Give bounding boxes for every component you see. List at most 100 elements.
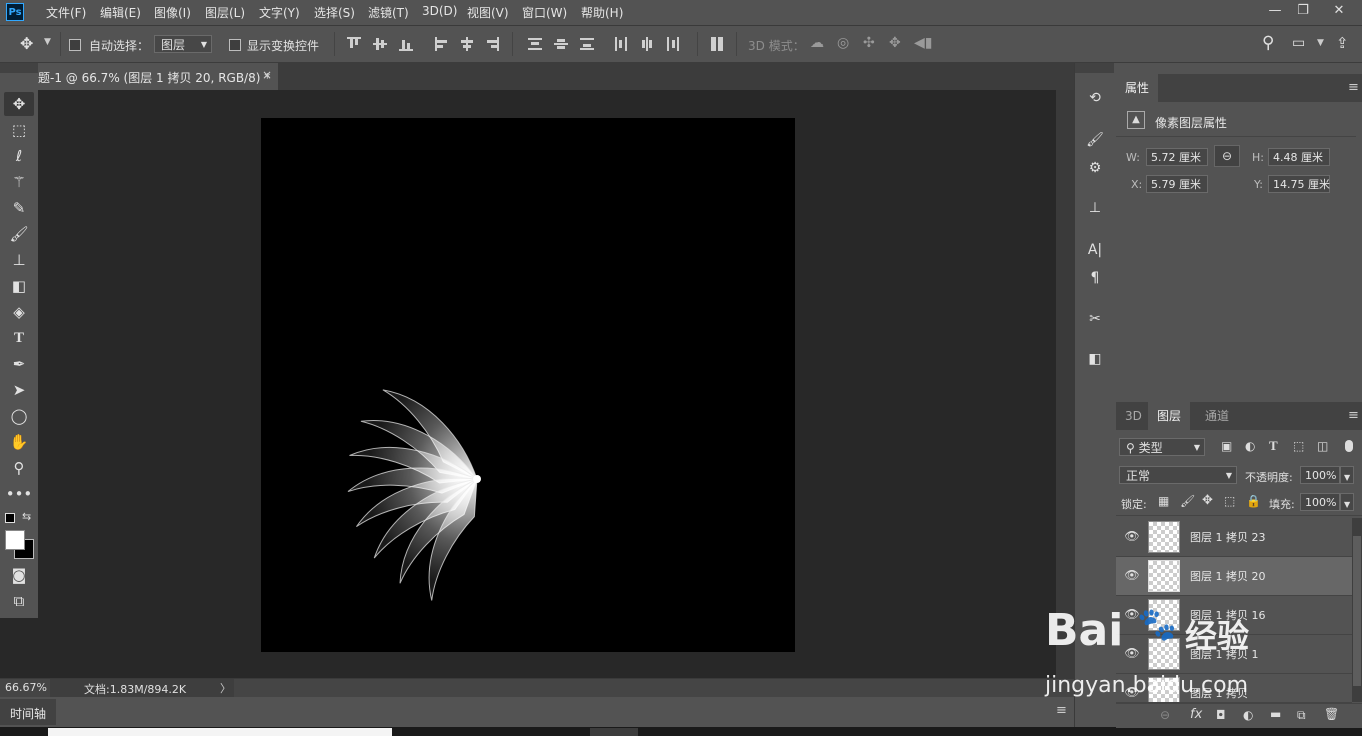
history-icon[interactable]: ⟲ — [1085, 88, 1105, 108]
lock-transparent-icon[interactable]: ▦ — [1158, 494, 1169, 508]
distribute-right-icon[interactable] — [666, 37, 680, 51]
lasso-tool-icon[interactable]: ℓ — [4, 144, 34, 168]
height-field[interactable]: 4.48 厘米 — [1268, 148, 1330, 166]
quick-mask-icon[interactable]: ◙ — [4, 563, 34, 587]
eyedropper-icon[interactable]: ✎ — [4, 196, 34, 220]
menu-filter[interactable]: 滤镜(T) — [368, 4, 409, 21]
tab-channels[interactable]: 通道 — [1196, 402, 1238, 430]
chevron-down-icon[interactable]: ▼ — [44, 37, 51, 47]
close-icon[interactable]: × — [262, 68, 272, 82]
x-position-field[interactable]: 5.79 厘米 — [1146, 175, 1208, 193]
foreground-color-swatch[interactable] — [5, 530, 25, 550]
menu-view[interactable]: 视图(V) — [467, 4, 509, 21]
default-colors-icon[interactable] — [5, 513, 15, 523]
zoom-level[interactable]: 66.67% — [5, 681, 47, 694]
move-tool-icon[interactable]: ✥ — [20, 34, 33, 53]
share-icon[interactable]: ⇪ — [1336, 34, 1349, 52]
menu-window[interactable]: 窗口(W) — [522, 4, 567, 21]
hand-tool-icon[interactable]: ✋ — [4, 430, 34, 454]
opacity-field[interactable]: 100% — [1300, 466, 1340, 484]
tab-layers[interactable]: 图层 — [1148, 402, 1191, 430]
link-icon[interactable]: ⊖ — [1214, 145, 1240, 167]
fill-dropdown[interactable]: ▼ — [1340, 493, 1354, 511]
auto-select-target-dropdown[interactable]: 图层 ▼ — [154, 35, 212, 53]
y-position-field[interactable]: 14.75 厘米 — [1268, 175, 1330, 193]
doc-info-box[interactable]: 文档:1.83M/894.2K 〉 — [50, 679, 234, 697]
tab-properties[interactable]: 属性 — [1116, 74, 1159, 102]
lock-pixels-icon[interactable]: 🖌 — [1180, 494, 1195, 508]
align-top-icon[interactable] — [347, 37, 361, 51]
brush-settings-icon[interactable]: 🖌 — [1085, 130, 1105, 150]
distribute-top-icon[interactable] — [528, 37, 542, 51]
layer-row[interactable]: 👁 图层 1 拷贝 20 — [1116, 557, 1352, 596]
new-layer-icon[interactable]: ⧉ — [1297, 708, 1306, 723]
new-group-icon[interactable]: ▬ — [1270, 707, 1281, 721]
lock-position-icon[interactable]: ✥ — [1202, 493, 1213, 508]
layer-effects-icon[interactable]: fx — [1190, 707, 1202, 722]
chevron-right-icon[interactable]: 〉 — [220, 680, 231, 696]
opacity-dropdown[interactable]: ▼ — [1340, 466, 1354, 484]
screen-mode-icon[interactable]: ⧉ — [4, 589, 34, 613]
artboard-icon[interactable]: ◧ — [1085, 349, 1105, 369]
clone-source-icon[interactable]: ⊥ — [1085, 198, 1105, 218]
filter-adjustment-icon[interactable]: ◐ — [1245, 439, 1255, 453]
layer-name[interactable]: 图层 1 拷贝 23 — [1190, 529, 1266, 545]
lock-artboard-icon[interactable]: ⬚ — [1224, 494, 1235, 508]
tool-presets-icon[interactable]: ✂ — [1085, 309, 1105, 329]
filter-pixel-icon[interactable]: ▣ — [1221, 439, 1232, 453]
layer-name[interactable]: 图层 1 拷贝 20 — [1190, 568, 1266, 584]
align-vcenter-icon[interactable] — [373, 37, 387, 51]
layers-scrollbar[interactable] — [1352, 518, 1362, 702]
3d-orbit-icon[interactable]: ☁ — [810, 35, 824, 51]
eraser-tool-icon[interactable]: ◧ — [4, 274, 34, 298]
panel-menu-icon[interactable]: ≡ — [1348, 80, 1359, 95]
visibility-eye-icon[interactable]: 👁 — [1124, 568, 1140, 584]
menu-file[interactable]: 文件(F) — [46, 4, 86, 21]
filter-toggle-icon[interactable] — [1345, 440, 1353, 452]
move-tool-icon[interactable]: ✥ — [4, 92, 34, 116]
distribute-bottom-icon[interactable] — [580, 37, 594, 51]
paragraph-icon[interactable]: ¶ — [1085, 268, 1105, 288]
vertical-scrollbar[interactable] — [1056, 90, 1074, 678]
menu-edit[interactable]: 编辑(E) — [100, 4, 141, 21]
3d-roll-icon[interactable]: ◎ — [837, 35, 849, 51]
pen-tool-icon[interactable]: ✒ — [4, 352, 34, 376]
ellipse-tool-icon[interactable]: ◯ — [4, 404, 34, 428]
filter-smart-object-icon[interactable]: ◫ — [1317, 439, 1328, 453]
align-left-icon[interactable] — [435, 37, 449, 51]
close-window-button[interactable]: ✕ — [1328, 2, 1350, 20]
swap-colors-icon[interactable]: ⇆ — [22, 510, 31, 523]
3d-pan-icon[interactable]: ✣ — [863, 35, 875, 51]
toolbar-header[interactable] — [0, 63, 38, 73]
dock-header[interactable] — [1075, 63, 1115, 73]
menu-3d[interactable]: 3D(D) — [422, 4, 457, 18]
adjustment-layer-icon[interactable]: ◐ — [1243, 708, 1253, 722]
auto-align-icon[interactable] — [710, 37, 724, 51]
align-right-icon[interactable] — [485, 37, 499, 51]
3d-camera-icon[interactable]: ◀▮ — [914, 35, 932, 51]
brush-tool-icon[interactable]: 🖌 — [4, 222, 34, 246]
align-bottom-icon[interactable] — [399, 37, 413, 51]
menu-layer[interactable]: 图层(L) — [205, 4, 245, 21]
menu-image[interactable]: 图像(I) — [154, 4, 191, 21]
distribute-vcenter-icon[interactable] — [554, 37, 568, 51]
auto-select-checkbox[interactable] — [69, 39, 81, 51]
magic-wand-icon[interactable]: ⚚ — [4, 170, 34, 194]
chevron-down-icon[interactable]: ▼ — [1317, 38, 1324, 48]
restore-button[interactable]: ❐ — [1292, 2, 1314, 20]
tab-3d[interactable]: 3D — [1116, 402, 1151, 430]
visibility-eye-icon[interactable]: 👁 — [1124, 529, 1140, 545]
type-tool-icon[interactable]: T — [4, 326, 34, 350]
more-tools-icon[interactable]: ••• — [4, 482, 34, 506]
distribute-hcenter-icon[interactable] — [640, 37, 654, 51]
workspace-icon[interactable]: ▭ — [1292, 35, 1305, 51]
layers-scrollbar-thumb[interactable] — [1353, 536, 1361, 686]
filter-shape-icon[interactable]: ⬚ — [1293, 439, 1304, 453]
menu-help[interactable]: 帮助(H) — [581, 4, 623, 21]
path-select-icon[interactable]: ➤ — [4, 378, 34, 402]
add-mask-icon[interactable]: ◘ — [1216, 708, 1226, 722]
lock-all-icon[interactable]: 🔒 — [1246, 494, 1261, 508]
fill-field[interactable]: 100% — [1300, 493, 1340, 511]
timeline-tab[interactable]: 时间轴 — [0, 699, 56, 725]
character-icon[interactable]: A| — [1085, 240, 1105, 260]
